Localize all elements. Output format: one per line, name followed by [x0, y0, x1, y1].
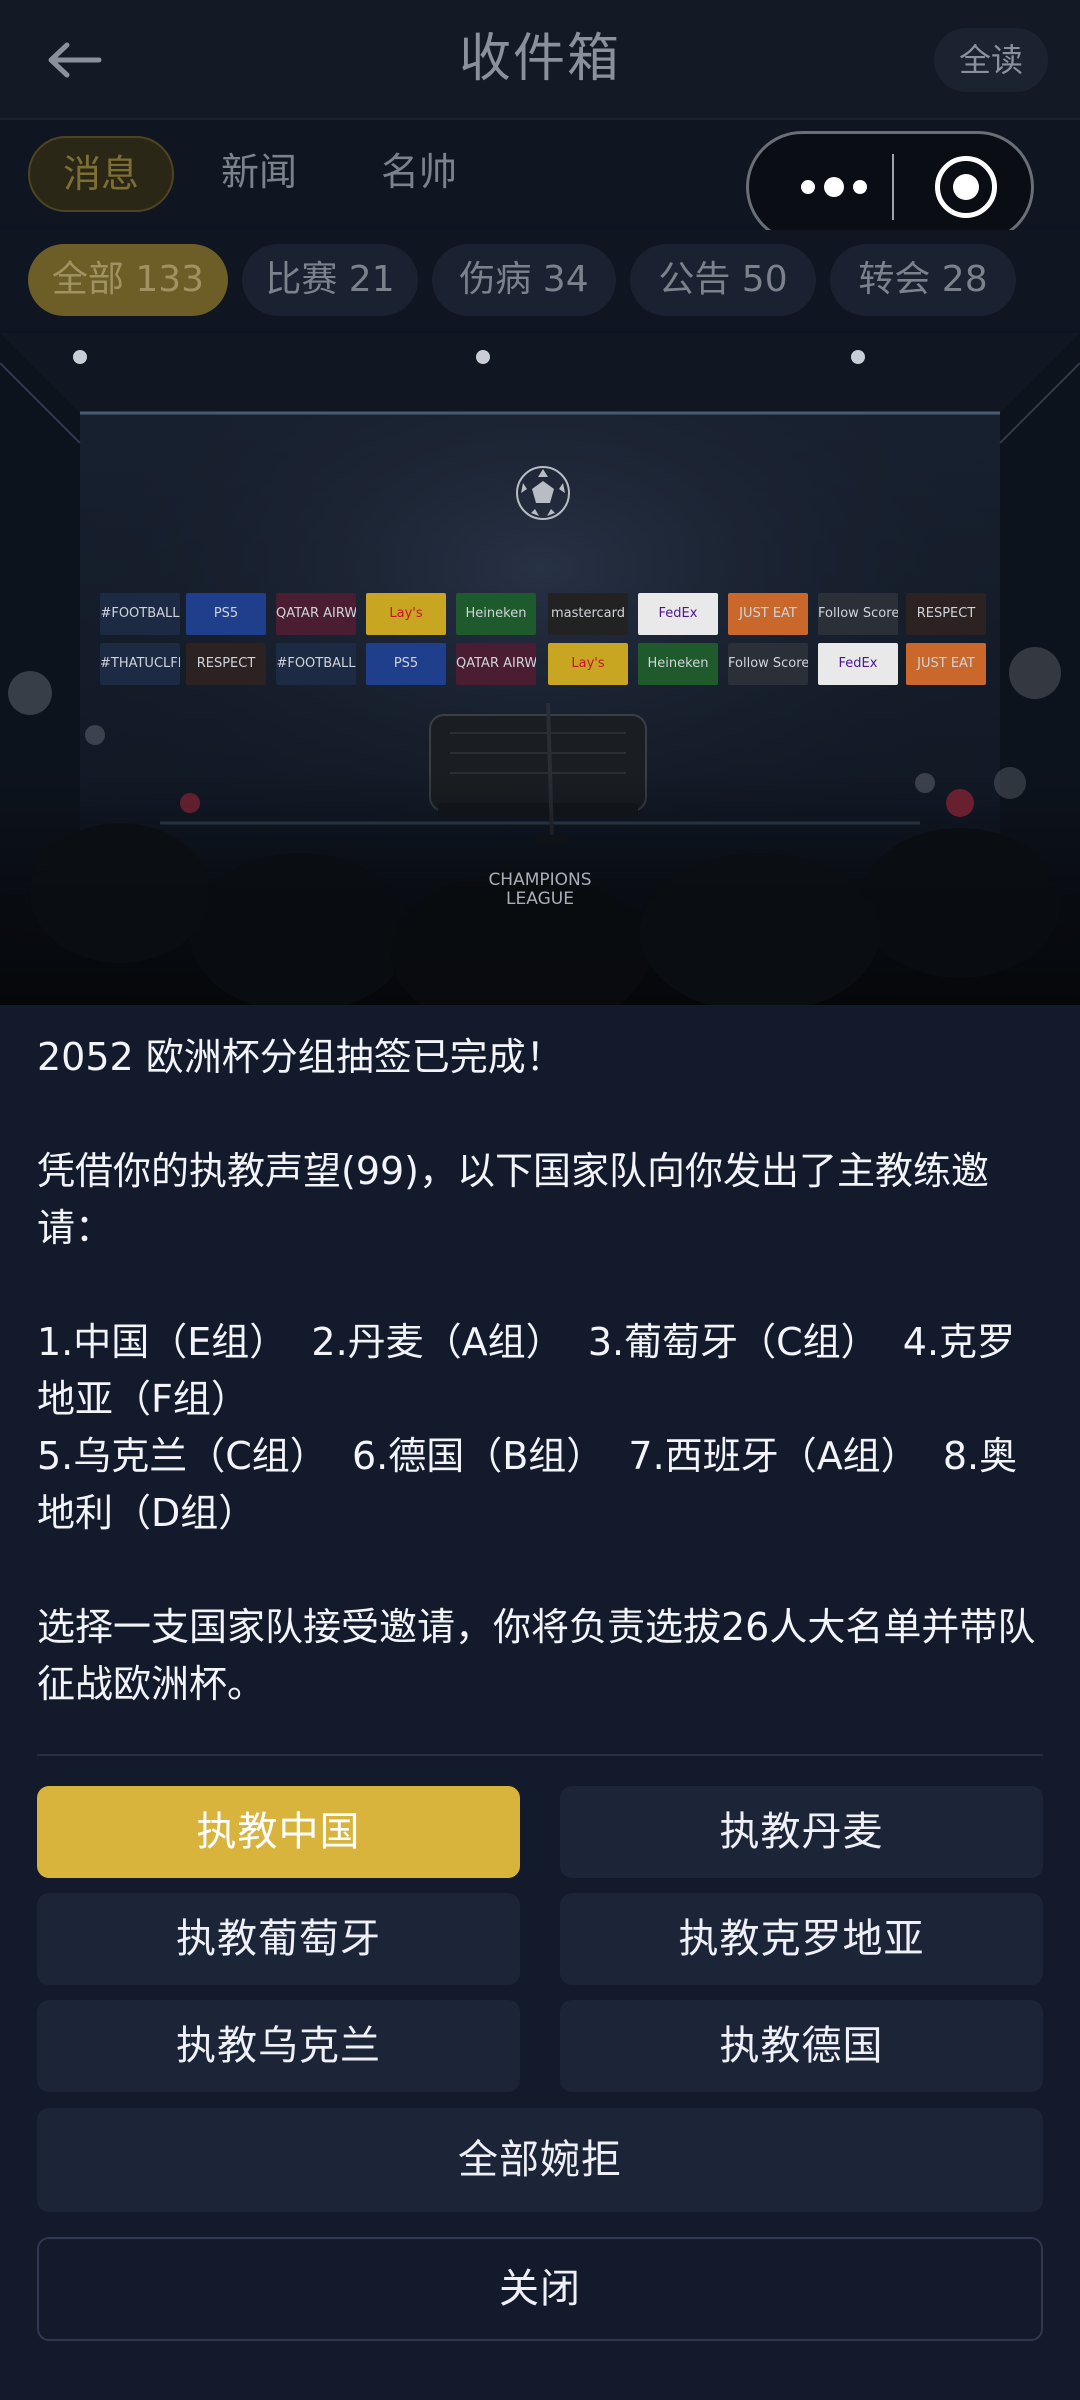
sponsor-logo: FedEx	[818, 643, 898, 685]
coach-denmark-button[interactable]: 执教丹麦	[560, 1786, 1043, 1878]
sponsor-logo: QATAR AIRWAYS	[456, 643, 536, 685]
divider	[37, 1754, 1043, 1756]
tab-messages[interactable]: 消息	[28, 136, 174, 212]
sponsor-logo: Lay's	[366, 593, 446, 635]
sponsor-logo: JUST EAT	[728, 593, 808, 635]
coach-croatia-button[interactable]: 执教克罗地亚	[560, 1893, 1043, 1985]
coach-germany-button[interactable]: 执教德国	[560, 2000, 1043, 2092]
sponsor-logo: QATAR AIRWAYS	[276, 593, 356, 635]
coach-portugal-button[interactable]: 执教葡萄牙	[37, 1893, 520, 1985]
sponsor-logo: #THATUCLFEELING	[100, 643, 180, 685]
sponsor-logo: Heineken	[456, 593, 536, 635]
read-all-button[interactable]: 全读	[934, 28, 1048, 92]
champions-league-logo: CHAMPIONS LEAGUE	[488, 870, 592, 909]
close-button[interactable]: 关闭	[37, 2237, 1043, 2341]
sponsor-logo: JUST EAT	[906, 643, 986, 685]
invitation-sheet: 2052 欧洲杯分组抽签已完成！ 凭借你的执教声望(99)，以下国家队向你发出了…	[0, 1005, 1080, 2400]
sponsor-logo: RESPECT	[906, 593, 986, 635]
page-title: 收件箱	[458, 29, 621, 89]
more-dots-icon[interactable]	[789, 134, 879, 240]
sponsor-logo: Lay's	[548, 643, 628, 685]
message-teams-1: 1.中国（E组） 2.丹麦（A组） 3.葡萄牙（C组） 4.克罗地亚（F组）	[37, 1320, 1016, 1421]
coach-china-button[interactable]: 执教中国	[37, 1786, 520, 1878]
capsule-divider	[892, 154, 894, 220]
top-bar: 收件箱 全读	[0, 0, 1080, 120]
sponsor-logo: Follow Scores	[728, 643, 808, 685]
coach-ukraine-button[interactable]: 执教乌克兰	[37, 2000, 520, 2092]
sponsor-logo: PS5	[366, 643, 446, 685]
filter-bar: 全部 133 比赛 21 伤病 34 公告 50 转会 28	[0, 230, 1080, 330]
sponsor-logo: FedEx	[638, 593, 718, 635]
tab-news[interactable]: 新闻	[196, 136, 322, 208]
decline-all-button[interactable]: 全部婉拒	[37, 2108, 1043, 2212]
message-headline: 2052 欧洲杯分组抽签已完成！	[37, 1035, 564, 1079]
message-reputation: 凭借你的执教声望(99)，以下国家队向你发出了主教练邀请：	[37, 1149, 990, 1250]
message-body: 2052 欧洲杯分组抽签已完成！ 凭借你的执教声望(99)，以下国家队向你发出了…	[37, 1029, 1047, 1713]
inbox-screen: 收件箱 全读 消息 新闻 名帅 全部 133 比赛 21 伤病 34 公告 50…	[0, 0, 1080, 2400]
sponsor-logo: RESPECT	[186, 643, 266, 685]
sponsor-logo: mastercard	[548, 593, 628, 635]
filter-transfers[interactable]: 转会 28	[830, 244, 1016, 316]
target-close-icon[interactable]	[935, 156, 997, 218]
sponsor-logo: Follow Scores	[818, 593, 898, 635]
press-conference-image: CHAMPIONS LEAGUE #FOOTBALL PS5 QATAR AIR…	[0, 333, 1080, 1005]
filter-announcements[interactable]: 公告 50	[630, 244, 816, 316]
sponsor-logo: Heineken	[638, 643, 718, 685]
sponsor-logo: PS5	[186, 593, 266, 635]
sponsor-logo: #FOOTBALL	[276, 643, 356, 685]
filter-matches[interactable]: 比赛 21	[242, 244, 418, 316]
filter-injuries[interactable]: 伤病 34	[432, 244, 616, 316]
sponsor-logo: #FOOTBALL	[100, 593, 180, 635]
message-instruction: 选择一支国家队接受邀请，你将负责选拔26人大名单并带队征战欧洲杯。	[37, 1605, 1036, 1706]
message-teams-2: 5.乌克兰（C组） 6.德国（B组） 7.西班牙（A组） 8.奥地利（D组）	[37, 1434, 1018, 1535]
miniapp-capsule	[746, 131, 1034, 243]
tab-famous-coaches[interactable]: 名帅	[356, 136, 482, 208]
filter-all[interactable]: 全部 133	[28, 244, 228, 316]
